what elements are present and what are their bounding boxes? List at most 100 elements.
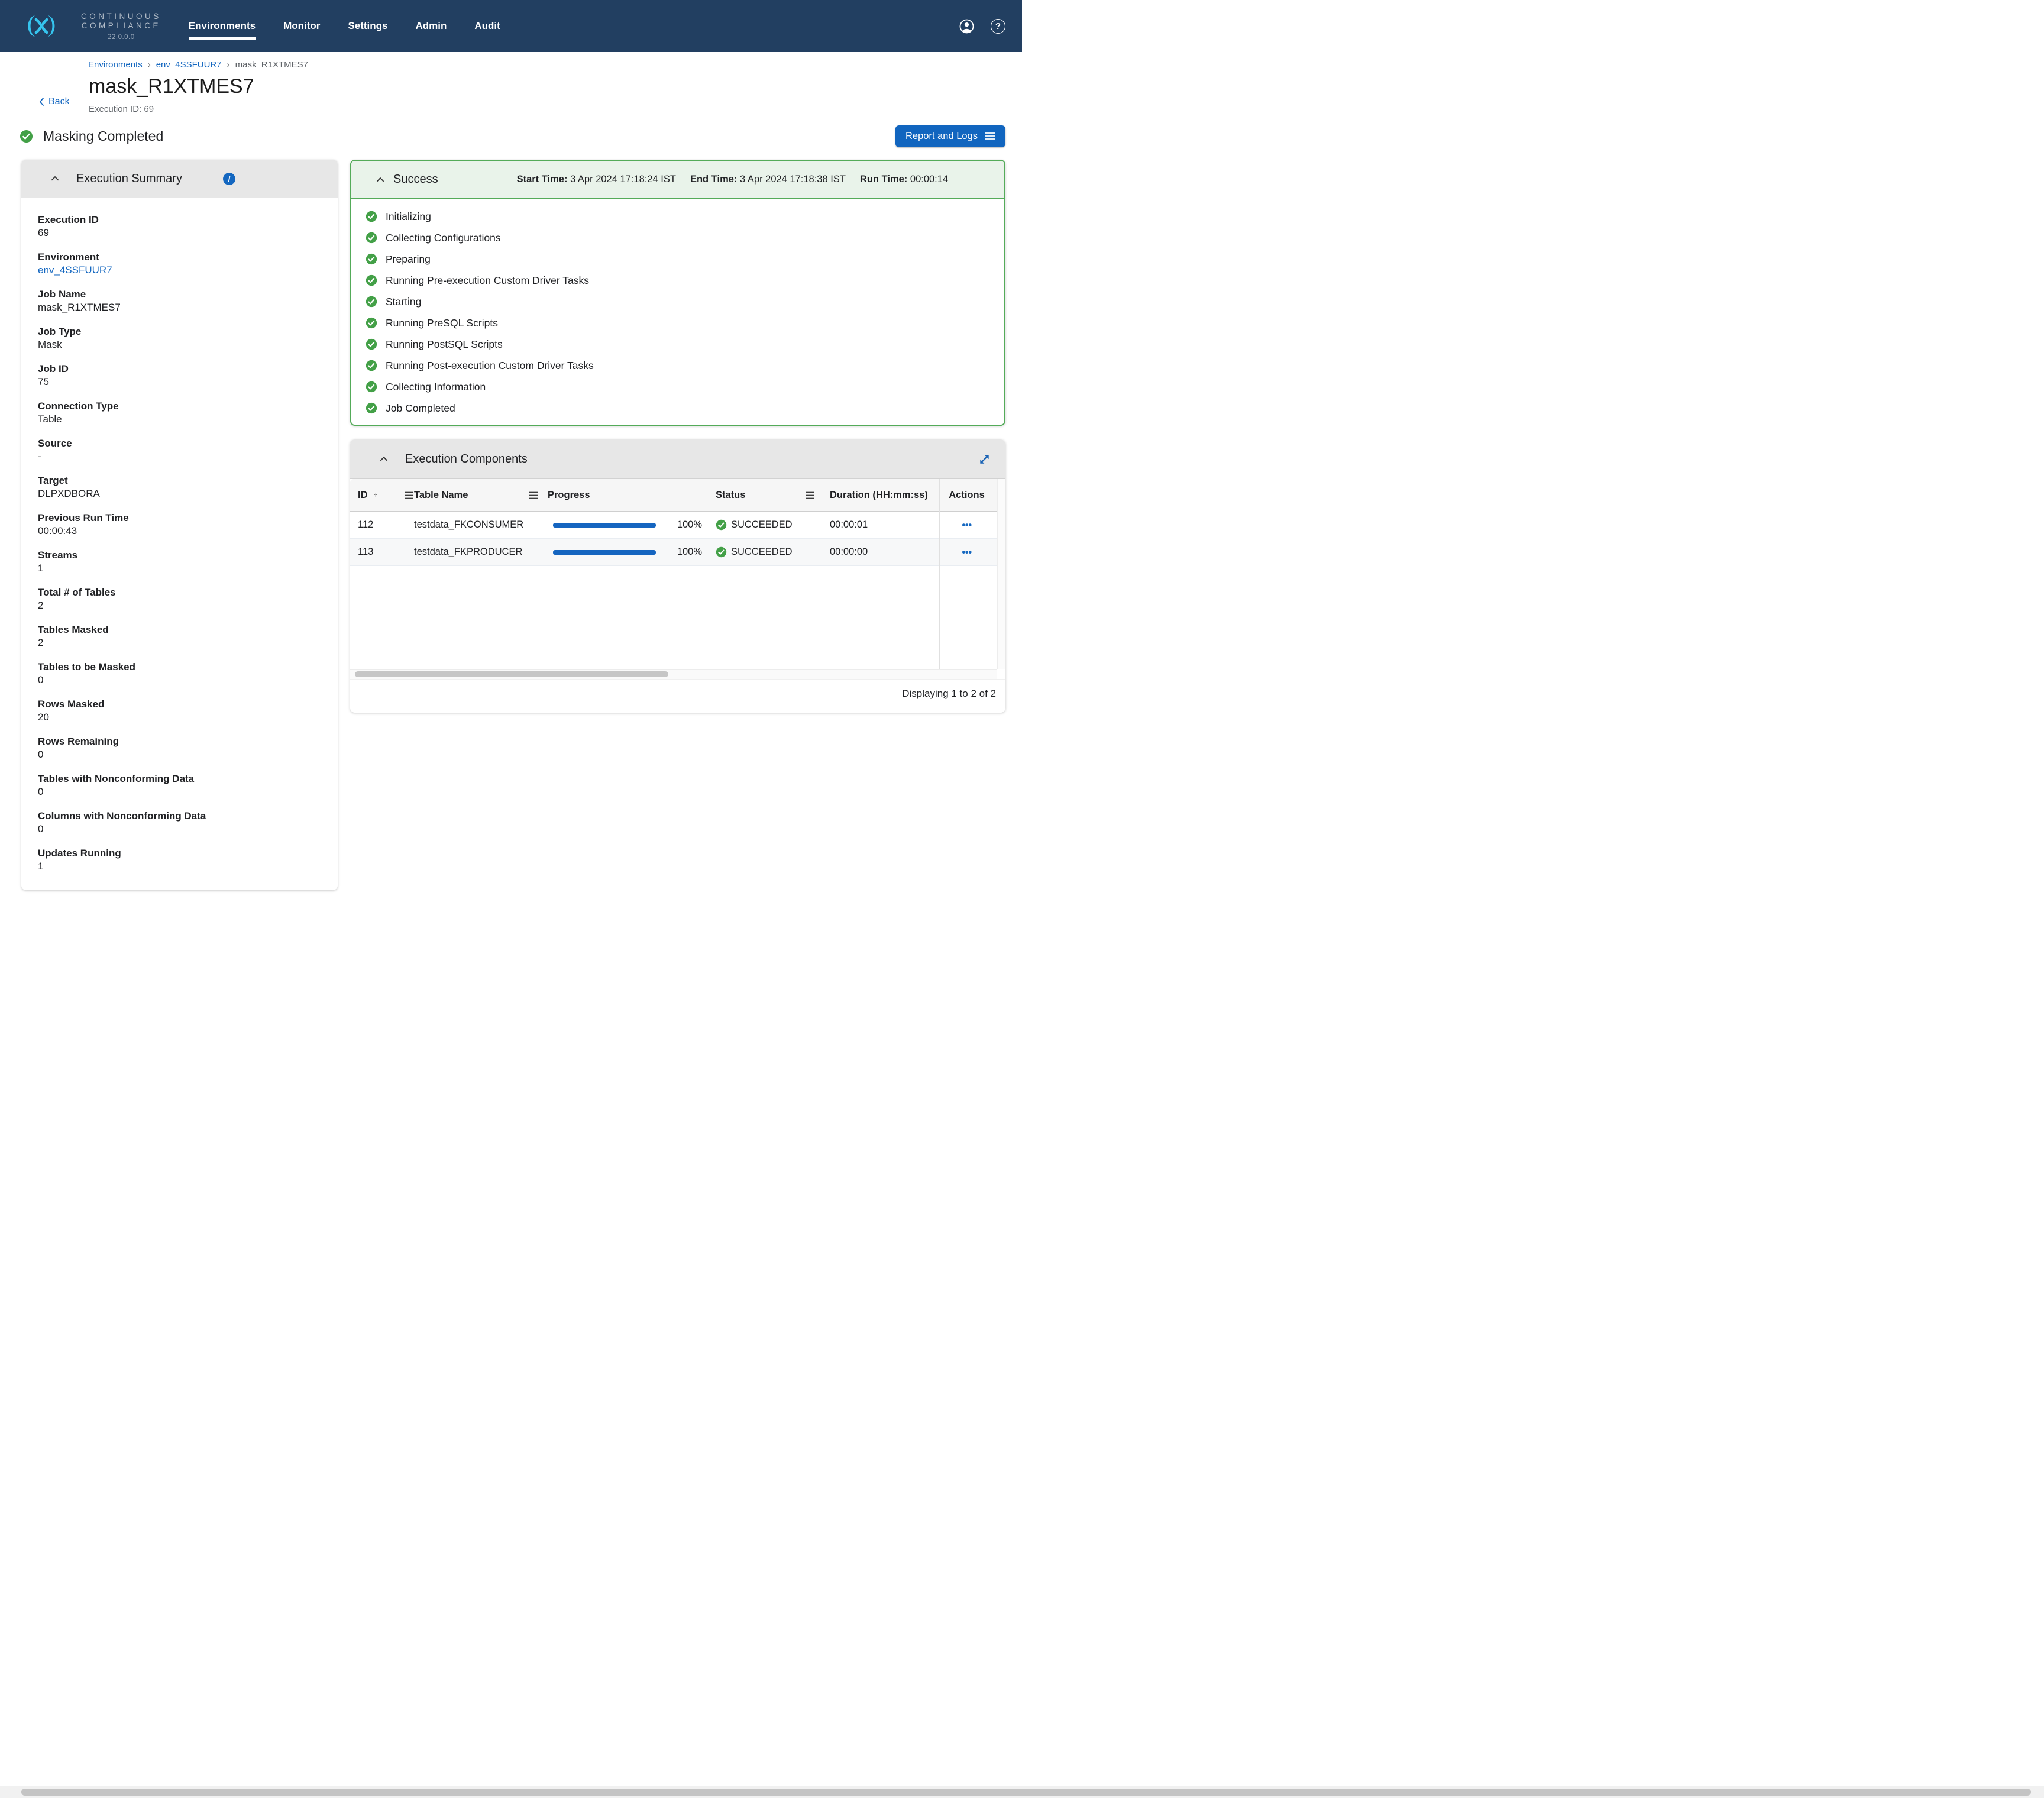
- cell-table-name: testdata_FKPRODUCER: [414, 546, 522, 557]
- field-source: Source -: [38, 437, 321, 463]
- execution-summary-title: Execution Summary: [76, 172, 182, 186]
- col-header-status[interactable]: Status: [716, 490, 745, 501]
- vertical-scrollbar-track[interactable]: [997, 479, 1005, 669]
- collapse-chevron-icon[interactable]: [50, 173, 60, 184]
- user-profile-icon[interactable]: [959, 19, 974, 34]
- navbar-right: ?: [959, 19, 1005, 34]
- field-job-id: Job ID 75: [38, 363, 321, 388]
- field-target: Target DLPXDBORA: [38, 474, 321, 500]
- nav-item-settings[interactable]: Settings: [348, 20, 387, 32]
- step-preparing: Preparing: [366, 248, 1004, 270]
- success-times: Start Time: 3 Apr 2024 17:18:24 IST End …: [517, 174, 949, 185]
- field-updates-running: Updates Running 1: [38, 847, 321, 872]
- brand-block: CONTINUOUS COMPLIANCE 22.0.0.0: [81, 12, 161, 41]
- col-header-duration[interactable]: Duration (HH:mm:ss): [830, 490, 928, 500]
- back-button[interactable]: Back: [38, 89, 75, 115]
- col-header-table-name[interactable]: Table Name: [414, 490, 468, 501]
- execution-summary-header: Execution Summary i: [21, 160, 338, 198]
- execution-components-title: Execution Components: [405, 452, 528, 466]
- column-menu-icon[interactable]: [405, 491, 414, 499]
- step-check-icon: [366, 360, 377, 371]
- row-actions-menu[interactable]: •••: [962, 546, 971, 558]
- page-horizontal-scrollbar-thumb[interactable]: [21, 1789, 2031, 1796]
- nav-item-environments[interactable]: Environments: [189, 20, 256, 32]
- end-time-value: 3 Apr 2024 17:18:38 IST: [740, 174, 846, 185]
- masking-status: Masking Completed: [20, 128, 163, 144]
- table-row-112[interactable]: 112 testdata_FKCONSUMER 100% SUCCEEDED 0…: [350, 512, 1005, 539]
- nav-item-admin[interactable]: Admin: [416, 20, 447, 32]
- page-horizontal-scrollbar-track[interactable]: [0, 1786, 2044, 1798]
- breadcrumb-environments[interactable]: Environments: [88, 60, 143, 70]
- status-badge: SUCCEEDED: [731, 519, 793, 531]
- step-collecting-configurations: Collecting Configurations: [366, 227, 1004, 248]
- report-and-logs-label: Report and Logs: [905, 131, 978, 142]
- execution-summary-card: Execution Summary i Execution ID 69 Envi…: [21, 160, 338, 890]
- table-footer: Displaying 1 to 2 of 2: [350, 679, 1005, 713]
- field-total-tables: Total # of Tables 2: [38, 586, 321, 612]
- status-row: Masking Completed Report and Logs: [0, 123, 1022, 149]
- brand-version: 22.0.0.0: [108, 34, 135, 41]
- masking-status-label: Masking Completed: [43, 128, 163, 144]
- succeeded-check-icon: [716, 546, 727, 558]
- row-actions-menu[interactable]: •••: [962, 519, 971, 531]
- step-check-icon: [366, 317, 377, 329]
- progress-percent: 100%: [675, 546, 702, 558]
- title-block: mask_R1XTMES7 Execution ID: 69: [75, 73, 254, 115]
- cell-id: 113: [358, 546, 373, 558]
- brand-line-1: CONTINUOUS: [81, 12, 161, 21]
- breadcrumb-separator: ›: [222, 60, 235, 70]
- help-icon[interactable]: ?: [991, 19, 1005, 34]
- step-starting: Starting: [366, 291, 1004, 312]
- step-check-icon: [366, 253, 377, 265]
- table-horizontal-scrollbar-track[interactable]: [350, 669, 997, 679]
- collapse-chevron-icon[interactable]: [375, 174, 386, 185]
- col-header-progress[interactable]: Progress: [548, 490, 590, 501]
- components-table-header: ID Table Name: [350, 479, 1005, 512]
- table-horizontal-scrollbar-thumb[interactable]: [355, 671, 668, 677]
- brand-line-2: COMPLIANCE: [82, 21, 161, 31]
- column-menu-icon[interactable]: [529, 491, 538, 499]
- success-title: Success: [393, 173, 438, 186]
- step-check-icon: [366, 402, 377, 414]
- expand-icon[interactable]: [978, 452, 991, 466]
- start-time-label: Start Time:: [517, 174, 568, 185]
- components-table: ID Table Name: [350, 479, 1005, 679]
- field-columns-nonconforming: Columns with Nonconforming Data 0: [38, 810, 321, 835]
- page-title: mask_R1XTMES7: [89, 73, 254, 99]
- collapse-chevron-icon[interactable]: [379, 454, 389, 464]
- run-time-value: 00:00:14: [910, 174, 948, 185]
- field-tables-masked: Tables Masked 2: [38, 623, 321, 649]
- sort-ascending-icon[interactable]: [374, 491, 378, 500]
- main-nav: Environments Monitor Settings Admin Audi…: [189, 20, 500, 32]
- progress-percent: 100%: [675, 519, 702, 531]
- step-check-icon: [366, 211, 377, 222]
- success-panel-header: Success Start Time: 3 Apr 2024 17:18:24 …: [351, 161, 1004, 199]
- field-tables-to-be-masked: Tables to be Masked 0: [38, 661, 321, 686]
- success-check-icon: [20, 130, 33, 143]
- nav-item-monitor[interactable]: Monitor: [283, 20, 320, 32]
- execution-summary-body: Execution ID 69 Environment env_4SSFUUR7…: [21, 198, 338, 890]
- nav-item-audit[interactable]: Audit: [474, 20, 500, 32]
- main-content: Execution Summary i Execution ID 69 Envi…: [0, 160, 1022, 890]
- step-post-execution-tasks: Running Post-execution Custom Driver Tas…: [366, 355, 1004, 376]
- status-badge: SUCCEEDED: [731, 546, 793, 558]
- run-time-label: Run Time:: [860, 174, 907, 185]
- report-and-logs-button[interactable]: Report and Logs: [895, 125, 1005, 147]
- column-menu-icon[interactable]: [806, 491, 815, 499]
- top-navbar: CONTINUOUS COMPLIANCE 22.0.0.0 Environme…: [0, 0, 1022, 52]
- execution-id-subtitle: Execution ID: 69: [89, 104, 254, 115]
- breadcrumb-current: mask_R1XTMES7: [235, 60, 308, 70]
- col-header-id[interactable]: ID: [358, 490, 368, 501]
- field-rows-masked: Rows Masked 20: [38, 698, 321, 723]
- info-icon[interactable]: i: [223, 173, 235, 185]
- cell-duration: 00:00:00: [830, 546, 868, 557]
- cell-duration: 00:00:01: [830, 519, 868, 530]
- field-execution-id: Execution ID 69: [38, 214, 321, 239]
- cell-id: 112: [358, 519, 373, 531]
- back-chevron-icon: [38, 97, 44, 106]
- page-head: Environments›env_4SSFUUR7›mask_R1XTMES7 …: [0, 52, 1022, 115]
- environment-link[interactable]: env_4SSFUUR7: [38, 264, 112, 276]
- table-row-113[interactable]: 113 testdata_FKPRODUCER 100% SUCCEEDED 0…: [350, 539, 1005, 566]
- breadcrumb-environment[interactable]: env_4SSFUUR7: [156, 60, 222, 70]
- field-connection-type: Connection Type Table: [38, 400, 321, 425]
